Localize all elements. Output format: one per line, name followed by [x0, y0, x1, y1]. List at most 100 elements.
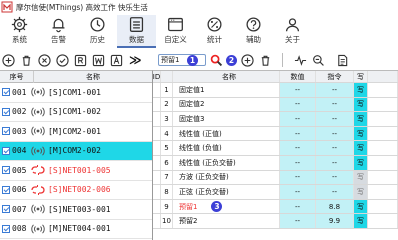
register-command[interactable]: --: [316, 185, 354, 199]
ribbon-history-button[interactable]: 历史: [78, 15, 117, 48]
register-name: 线性值 (正负交替): [173, 155, 280, 170]
device-checkbox[interactable]: [2, 107, 10, 116]
close-device-button[interactable]: [38, 53, 51, 67]
register-name-text: 固定值1: [179, 85, 205, 94]
register-row[interactable]: 3 固定值3 -- -- 写: [153, 112, 398, 127]
device-list-item[interactable]: 005 [S]NET001-005: [0, 161, 152, 181]
write-button[interactable]: 写: [354, 141, 368, 155]
write-button[interactable]: 写: [354, 214, 368, 228]
register-command[interactable]: 9.9: [316, 214, 354, 228]
register-command[interactable]: --: [316, 170, 354, 185]
write-button[interactable]: [92, 54, 105, 67]
ribbon-stats-button[interactable]: 统计: [195, 15, 234, 48]
device-checkbox[interactable]: [2, 185, 10, 194]
register-row[interactable]: 4 线性值 (正值) -- -- 写: [153, 126, 398, 142]
device-checkbox[interactable]: [2, 166, 10, 175]
document-icon: [337, 54, 347, 66]
plus-circle-icon: [2, 53, 15, 67]
write-button[interactable]: 写: [354, 199, 368, 214]
search-input[interactable]: 预留1 1: [158, 54, 206, 66]
device-list-item[interactable]: 002 [S]COM1-002: [0, 103, 152, 122]
register-command[interactable]: --: [316, 126, 354, 141]
device-number: 007: [12, 204, 27, 214]
add-register-button[interactable]: [240, 53, 254, 67]
ribbon-data-button[interactable]: 数据: [117, 15, 156, 48]
register-row[interactable]: 2 固定值2 -- -- 写: [153, 97, 398, 113]
register-row[interactable]: 10 预留2 -- 9.9 写: [153, 214, 398, 229]
device-number: 005: [12, 165, 27, 175]
register-number: 6: [161, 155, 173, 170]
ribbon-system-button[interactable]: 系统: [0, 15, 39, 48]
signal-icon: [31, 224, 45, 234]
register-row[interactable]: 7 方波 (正负交替) -- -- 写: [153, 170, 398, 186]
ribbon-about-button[interactable]: 关于: [273, 15, 312, 48]
device-checkbox[interactable]: [2, 205, 10, 214]
x-circle-icon: [38, 53, 51, 67]
write-button[interactable]: 写: [354, 170, 368, 185]
broken-link-icon: [31, 165, 45, 176]
register-row[interactable]: 8 正弦 (正负交替) -- -- 写: [153, 185, 398, 200]
device-checkbox[interactable]: [2, 127, 10, 136]
signal-icon: [31, 87, 45, 97]
device-checkbox[interactable]: [2, 146, 10, 155]
device-list-item[interactable]: 001 [S]COM1-001: [0, 83, 152, 103]
write-button[interactable]: 写: [354, 83, 368, 97]
register-command[interactable]: --: [316, 155, 354, 170]
check-device-button[interactable]: [56, 53, 69, 67]
zoom-out-button[interactable]: [311, 53, 325, 67]
name-column-header: 名称: [173, 71, 280, 82]
device-list-item[interactable]: 004 [M]COM2-002: [0, 141, 152, 161]
signal-icon: [31, 204, 45, 214]
register-command[interactable]: --: [316, 83, 354, 97]
ribbon-alarm-button[interactable]: 告警: [39, 15, 78, 48]
cmd-column-header: 指令: [316, 71, 354, 82]
ribbon-custom-button[interactable]: 自定义: [156, 15, 195, 48]
register-row[interactable]: 6 线性值 (正负交替) -- -- 写: [153, 155, 398, 171]
device-list-item[interactable]: 008 [M]NET004-001: [0, 220, 152, 239]
register-command[interactable]: --: [316, 112, 354, 126]
ribbon-assist-button[interactable]: 辅助: [234, 15, 273, 48]
search-button[interactable]: [209, 53, 223, 67]
register-id-cell: [153, 170, 161, 185]
device-list-item[interactable]: 007 [S]NET003-001: [0, 200, 152, 220]
register-number: 8: [161, 185, 173, 199]
id-column-header: ID: [153, 71, 161, 82]
delete-register-button[interactable]: [258, 53, 272, 67]
device-name: [S]COM1-002: [48, 107, 101, 117]
register-row[interactable]: 5 线性值 (负值) -- -- 写: [153, 141, 398, 156]
register-number: 1: [161, 83, 173, 97]
read-button[interactable]: [74, 54, 87, 67]
write-button[interactable]: 写: [354, 126, 368, 141]
delete-device-button[interactable]: [20, 54, 33, 67]
register-row[interactable]: 1 固定值1 -- -- 写: [153, 83, 398, 98]
device-list-item[interactable]: 003 [M]COM2-001: [0, 122, 152, 142]
write-button[interactable]: 写: [354, 155, 368, 170]
register-id-cell: [153, 214, 161, 228]
register-extra-cell: [368, 97, 398, 112]
app-logo-icon: [1, 1, 13, 13]
auto-button[interactable]: [110, 54, 123, 67]
device-checkbox[interactable]: [2, 224, 10, 233]
write-button[interactable]: 写: [354, 185, 368, 199]
register-command[interactable]: --: [316, 141, 354, 155]
register-extra-cell: [368, 141, 398, 155]
device-checkbox[interactable]: [2, 88, 10, 97]
register-value: --: [280, 97, 316, 112]
register-name-text: 正弦 (正负交替): [179, 187, 229, 196]
device-name: [M]NET004-001: [48, 224, 111, 234]
register-command[interactable]: 8.8: [316, 199, 354, 214]
device-list-item[interactable]: 006 [S]NET002-006: [0, 181, 152, 200]
register-value: --: [280, 126, 316, 141]
waveform-button[interactable]: [293, 53, 307, 67]
write-button[interactable]: 写: [354, 112, 368, 126]
more-tools-button[interactable]: ≫: [129, 53, 142, 67]
register-command[interactable]: --: [316, 97, 354, 112]
add-device-button[interactable]: [2, 53, 15, 67]
register-number: 5: [161, 141, 173, 155]
document-button[interactable]: [335, 53, 349, 67]
register-row[interactable]: 9 预留1 3 -- 8.8 写: [153, 199, 398, 215]
trash-icon: [261, 55, 269, 66]
register-name: 预留2: [173, 214, 280, 228]
write-button[interactable]: 写: [354, 97, 368, 112]
name-column-header: 名称: [86, 72, 100, 81]
